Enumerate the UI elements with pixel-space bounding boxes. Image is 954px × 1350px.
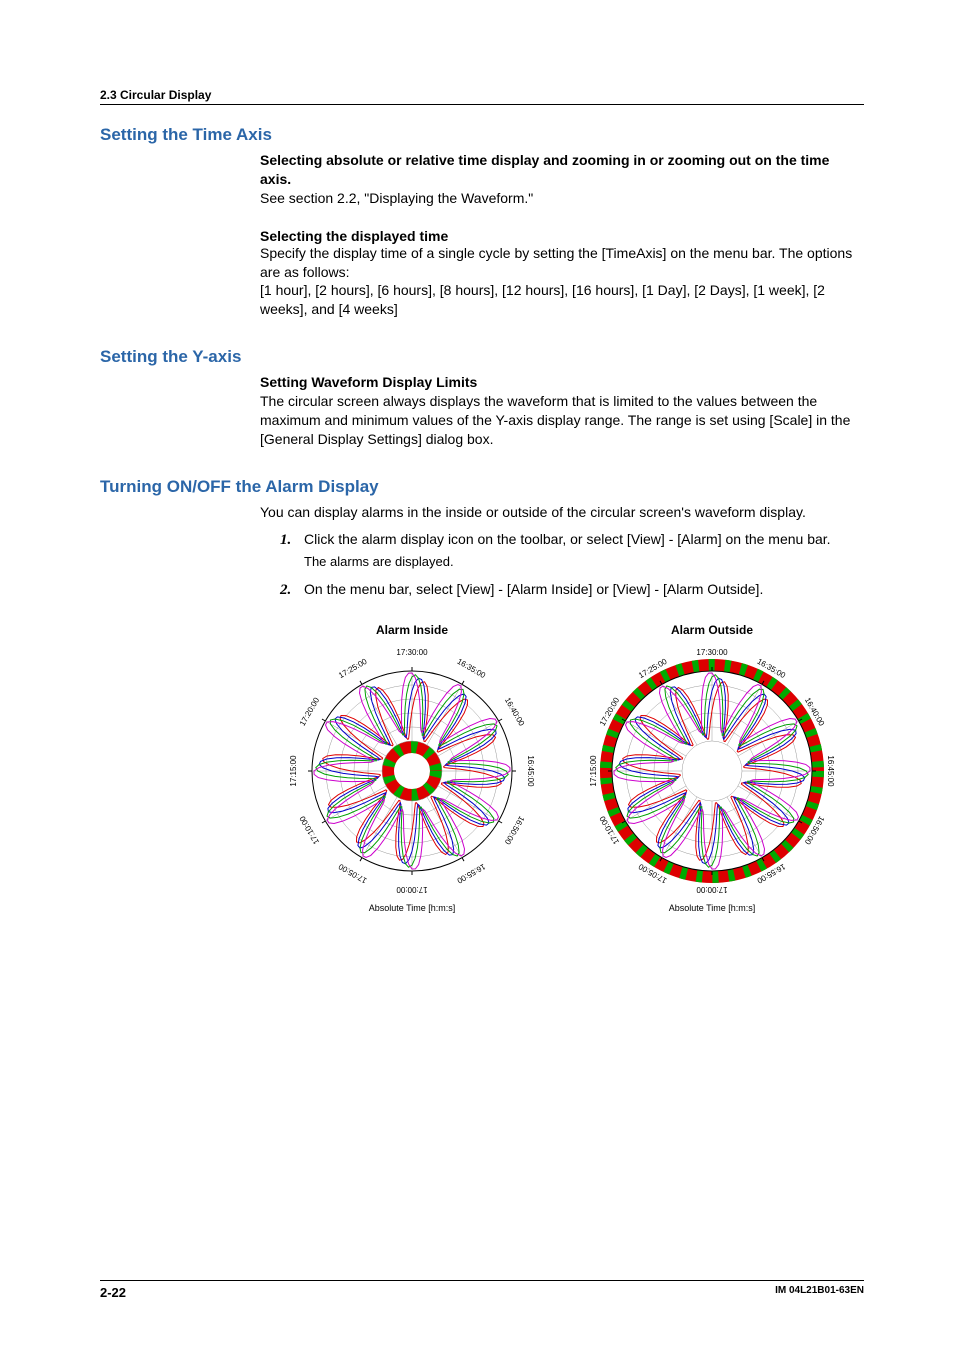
svg-text:17:10:00: 17:10:00: [298, 814, 322, 846]
section-header: 2.3 Circular Display: [100, 88, 864, 105]
step-number-2: 2.: [280, 580, 291, 600]
svg-text:16:40:00: 16:40:00: [503, 696, 527, 728]
step-1-text: Click the alarm display icon on the tool…: [304, 531, 831, 547]
subheading-displayed-time: Selecting the displayed time: [260, 228, 864, 244]
svg-text:17:25:00: 17:25:00: [337, 657, 369, 681]
svg-text:16:45:00: 16:45:00: [526, 755, 535, 787]
axis-label-outside: Absolute Time [h:m:s]: [582, 903, 842, 913]
step-number-1: 1.: [280, 530, 291, 550]
svg-text:16:45:00: 16:45:00: [826, 755, 835, 787]
subheading-waveform-limits: Setting Waveform Display Limits: [260, 373, 864, 392]
svg-text:17:30:00: 17:30:00: [396, 648, 428, 657]
svg-text:16:35:00: 16:35:00: [455, 657, 487, 681]
svg-text:17:15:00: 17:15:00: [289, 755, 298, 787]
text-displayed-time-1: Specify the display time of a single cyc…: [260, 244, 864, 282]
text-waveform-limits: The circular screen always displays the …: [260, 392, 864, 449]
axis-label-inside: Absolute Time [h:m:s]: [282, 903, 542, 913]
chart-alarm-outside: Alarm Outside 17:30:0016:35:0016:40:0016…: [582, 623, 842, 913]
svg-text:17:00:00: 17:00:00: [396, 885, 428, 894]
heading-time-axis: Setting the Time Axis: [100, 125, 864, 145]
chart-title-outside: Alarm Outside: [582, 623, 842, 637]
svg-text:17:05:00: 17:05:00: [337, 862, 369, 886]
svg-text:16:55:00: 16:55:00: [455, 862, 487, 886]
polar-chart-outside: 17:30:0016:35:0016:40:0016:45:0016:50:00…: [582, 641, 842, 901]
text-displayed-time-2: [1 hour], [2 hours], [6 hours], [8 hours…: [260, 281, 864, 319]
chart-title-inside: Alarm Inside: [282, 623, 542, 637]
svg-text:17:15:00: 17:15:00: [589, 755, 598, 787]
svg-text:17:30:00: 17:30:00: [696, 648, 728, 657]
text-alarm-intro: You can display alarms in the inside or …: [260, 503, 864, 522]
step-2: 2. On the menu bar, select [View] - [Ala…: [280, 580, 864, 599]
step-2-text: On the menu bar, select [View] - [Alarm …: [304, 581, 763, 597]
svg-text:17:20:00: 17:20:00: [298, 696, 322, 728]
charts-row: Alarm Inside 17:30:00 16:35:00 16:40:00 16:…: [260, 623, 864, 913]
polar-chart-inside: 17:30:00 16:35:00 16:40:00 16:45:00 16:50:00…: [282, 641, 542, 901]
step-1-sub: The alarms are displayed.: [304, 553, 864, 571]
subheading-abs-rel: Selecting absolute or relative time disp…: [260, 151, 864, 189]
step-1: 1. Click the alarm display icon on the t…: [280, 530, 864, 570]
doc-id: IM 04L21B01-63EN: [775, 1285, 864, 1300]
svg-text:16:50:00: 16:50:00: [503, 814, 527, 846]
heading-alarm-display: Turning ON/OFF the Alarm Display: [100, 477, 864, 497]
heading-y-axis: Setting the Y-axis: [100, 347, 864, 367]
text-see-section: See section 2.2, "Displaying the Wavefor…: [260, 189, 864, 208]
page-number: 2-22: [100, 1285, 126, 1300]
chart-alarm-inside: Alarm Inside 17:30:00 16:35:00 16:40:00 16:…: [282, 623, 542, 913]
page-footer: 2-22 IM 04L21B01-63EN: [100, 1280, 864, 1300]
svg-text:17:00:00: 17:00:00: [696, 885, 728, 894]
